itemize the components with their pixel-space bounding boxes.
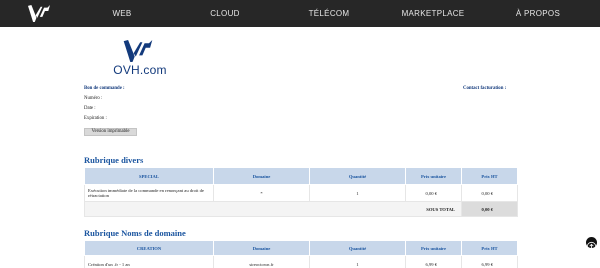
nav-marketplace[interactable]: MARKETPLACE xyxy=(400,0,466,27)
order-heading: Bon de commande : xyxy=(84,86,125,91)
subtotal-value: 0,00 € xyxy=(461,201,518,217)
item-unit-price: 0,00 € xyxy=(405,184,462,202)
column-header: CREATION xyxy=(84,240,214,256)
column-header: Quantité xyxy=(309,167,406,185)
table-header-row: CREATION Domaine Quantité Prix unitaire … xyxy=(84,240,518,256)
scroll-to-top-button[interactable] xyxy=(586,237,597,252)
column-header: Prix HT xyxy=(461,240,518,256)
logo-text: OVH.com xyxy=(113,63,167,77)
item-description: Création d'un .fr - 1 an xyxy=(84,255,214,268)
item-quantity: 1 xyxy=(309,255,406,268)
ovh-logo-icon[interactable] xyxy=(28,5,50,22)
table-row: Exécution immédiate de la commande en re… xyxy=(84,184,518,202)
order-number-label: Numéro : xyxy=(84,96,103,101)
column-header: Domaine xyxy=(213,240,310,256)
divers-table: SPECIAL Domaine Quantité Prix unitaire P… xyxy=(84,167,518,217)
table-header-row: SPECIAL Domaine Quantité Prix unitaire P… xyxy=(84,167,518,185)
item-price-ht: 6,99 € xyxy=(461,255,518,268)
order-expiration-label: Expiration : xyxy=(84,116,107,121)
column-header: Domaine xyxy=(213,167,310,185)
column-header: Prix unitaire xyxy=(405,167,462,185)
section-title-domain-names: Rubrique Noms de domaine xyxy=(84,228,186,238)
subtotal-row: SOUS TOTAL 0,00 € xyxy=(84,201,518,217)
table-row: Création d'un .fr - 1 an sireoctown.fr 1… xyxy=(84,255,518,268)
nav-cloud[interactable]: CLOUD xyxy=(200,0,250,27)
printable-version-button[interactable]: Version imprimable xyxy=(84,128,137,136)
top-navigation: WEB CLOUD TÉLÉCOM MARKETPLACE À PROPOS xyxy=(0,0,600,27)
column-header: Quantité xyxy=(309,240,406,256)
billing-contact-heading: Contact facturation : xyxy=(463,86,507,91)
arrow-up-circle-icon xyxy=(586,241,597,252)
section-title-divers: Rubrique divers xyxy=(84,155,144,165)
column-header: SPECIAL xyxy=(84,167,214,185)
item-domain: sireoctown.fr xyxy=(213,255,310,268)
item-price-ht: 0,00 € xyxy=(461,184,518,202)
nav-telecom[interactable]: TÉLÉCOM xyxy=(303,0,355,27)
item-quantity: 1 xyxy=(309,184,406,202)
subtotal-label: SOUS TOTAL xyxy=(84,201,462,217)
item-domain: * xyxy=(213,184,310,202)
order-date-label: Date : xyxy=(84,106,96,111)
column-header: Prix HT xyxy=(461,167,518,185)
nav-about[interactable]: À PROPOS xyxy=(512,0,564,27)
ovh-logo[interactable]: OVH.com xyxy=(108,40,172,78)
ovh-logo-mark-icon xyxy=(123,40,153,62)
item-description: Exécution immédiate de la commande en re… xyxy=(84,184,214,202)
domain-names-table: CREATION Domaine Quantité Prix unitaire … xyxy=(84,240,518,268)
nav-web[interactable]: WEB xyxy=(100,0,144,27)
column-header: Prix unitaire xyxy=(405,240,462,256)
item-unit-price: 6,99 € xyxy=(405,255,462,268)
